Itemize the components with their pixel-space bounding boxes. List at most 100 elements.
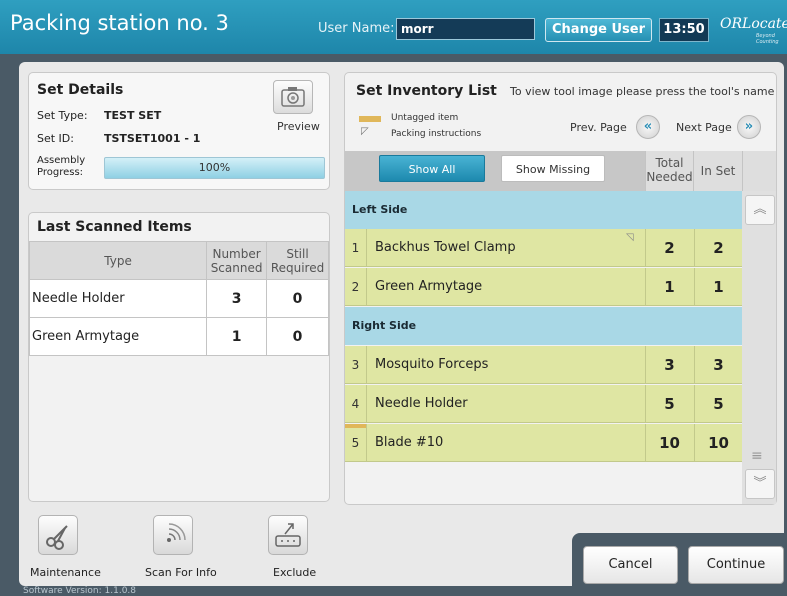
scanned-count: 1 [206, 317, 268, 356]
chevron-right-icon: » [744, 119, 754, 134]
tool-name-link[interactable]: Green Armytage [375, 268, 482, 306]
exclude-label: Exclude [273, 566, 317, 579]
inventory-row[interactable]: 2 Green Armytage 1 1 [345, 268, 742, 306]
tool-name-link[interactable]: Backhus Towel Clamp [375, 229, 516, 267]
scroll-grip-icon[interactable]: ≡ [751, 448, 763, 464]
chevron-up-icon: ︽ [753, 202, 767, 217]
last-scanned-title: Last Scanned Items [37, 219, 192, 235]
inventory-row[interactable]: 3 Mosquito Forceps 3 3 [345, 346, 742, 384]
legend-packing-label: Packing instructions [391, 129, 482, 139]
next-page-label: Next Page [676, 121, 732, 134]
row-index: 5 [345, 424, 367, 462]
total-needed: 10 [645, 424, 693, 462]
column-header-in-set: In Set [693, 151, 742, 191]
in-set-count: 2 [694, 229, 742, 267]
packing-instructions-icon[interactable]: ◹ [626, 232, 634, 243]
tool-name-link[interactable]: Blade #10 [375, 424, 443, 462]
filter-bar: Show All Show Missing [345, 151, 645, 191]
user-name-label: User Name: [318, 21, 395, 36]
preview-button[interactable] [273, 80, 313, 114]
in-set-count: 5 [694, 385, 742, 423]
wrench-scissors-icon [46, 525, 68, 550]
total-needed: 1 [645, 268, 693, 306]
row-index: 2 [345, 268, 367, 306]
untagged-marker-icon [359, 116, 381, 122]
header-bar: Packing station no. 3 User Name: morr Ch… [0, 0, 787, 54]
inventory-row[interactable]: 1 Backhus Towel Clamp ◹ 2 2 [345, 229, 742, 267]
column-header-spacer [742, 151, 776, 191]
inventory-panel: Set Inventory List To view tool image pl… [344, 72, 777, 505]
total-needed: 3 [645, 346, 693, 384]
required-count: 0 [266, 279, 329, 318]
logo: ORLocate [720, 16, 787, 32]
inventory-row[interactable]: 4 Needle Holder 5 5 [345, 385, 742, 423]
required-header-line-1: Still [286, 246, 309, 261]
assembly-progress-bar: 100% [104, 157, 325, 179]
row-index: 4 [345, 385, 367, 423]
assembly-label-line-2: Progress: [37, 167, 84, 178]
preview-label: Preview [277, 120, 320, 133]
section-left-side: Left Side [345, 191, 742, 229]
scan-wave-icon [167, 523, 186, 542]
column-header-total-needed: Total Needed [645, 151, 693, 191]
tool-name-link[interactable]: Mosquito Forceps [375, 346, 488, 384]
show-all-button[interactable]: Show All [379, 155, 485, 182]
set-type-label: Set Type: [37, 109, 88, 122]
section-right-side: Right Side [345, 307, 742, 345]
total-header-line-2: Needed [646, 170, 693, 184]
scanned-type: Needle Holder [28, 279, 208, 318]
in-set-count: 3 [694, 346, 742, 384]
next-page-button[interactable]: » [737, 115, 761, 139]
last-scanned-table: Type Number Scanned Still Required Needl… [28, 241, 329, 356]
legend-untagged-label: Untagged item [391, 113, 459, 123]
table-row: Needle Holder 3 0 [28, 279, 329, 318]
set-id-label: Set ID: [37, 132, 74, 145]
column-header-type: Type [28, 241, 208, 280]
scroll-up-button[interactable]: ︽ [745, 195, 775, 225]
assembly-progress-label: Assembly Progress: [37, 155, 85, 179]
chevron-left-icon: « [643, 119, 653, 134]
total-needed: 2 [645, 229, 693, 267]
exclude-tray-icon [275, 523, 301, 547]
cancel-button[interactable]: Cancel [583, 546, 678, 584]
station-title: Packing station no. 3 [10, 11, 229, 35]
user-name-field[interactable]: morr [396, 18, 535, 40]
prev-page-button[interactable]: « [636, 115, 660, 139]
set-type-value: TEST SET [104, 109, 162, 122]
clock: 13:50 [659, 18, 709, 42]
required-count: 0 [266, 317, 329, 356]
show-missing-button[interactable]: Show Missing [501, 155, 605, 182]
camera-icon [281, 87, 305, 107]
software-version: Software Version: 1.1.0.8 [23, 586, 137, 596]
table-header-row: Type Number Scanned Still Required [28, 241, 329, 280]
continue-button[interactable]: Continue [688, 546, 784, 584]
prev-page-label: Prev. Page [570, 121, 627, 134]
scanned-header-line-1: Number [212, 246, 261, 261]
change-user-button[interactable]: Change User [545, 18, 652, 42]
scan-for-info-button[interactable] [153, 515, 193, 555]
in-set-count: 1 [694, 268, 742, 306]
column-header-required: Still Required [266, 241, 329, 280]
set-id-value: TSTSET1001 - 1 [104, 132, 201, 145]
maintenance-button[interactable] [38, 515, 78, 555]
scan-for-info-label: Scan For Info [145, 566, 217, 579]
total-needed: 5 [645, 385, 693, 423]
table-row: Green Armytage 1 0 [28, 317, 329, 356]
assembly-label-line-1: Assembly [37, 155, 86, 166]
inventory-row[interactable]: 5 Blade #10 10 10 [345, 424, 742, 462]
inventory-hint: To view tool image please press the tool… [510, 85, 775, 98]
last-scanned-panel: Last Scanned Items Type Number Scanned S… [28, 212, 330, 502]
set-details-title: Set Details [37, 82, 124, 98]
tool-name-link[interactable]: Needle Holder [375, 385, 468, 423]
scroll-down-button[interactable]: ︾ [745, 469, 775, 499]
scanned-type: Green Armytage [28, 317, 208, 356]
packing-instructions-icon: ◸ [361, 126, 369, 137]
chevron-down-icon: ︾ [753, 476, 767, 491]
scanned-header-line-2: Scanned [210, 260, 263, 275]
total-header-line-1: Total [655, 156, 684, 170]
row-index: 1 [345, 229, 367, 267]
logo-tagline: Beyond Counting [756, 33, 779, 45]
exclude-button[interactable] [268, 515, 308, 555]
set-details-panel: Set Details Set Type: TEST SET Set ID: T… [28, 72, 330, 190]
required-header-line-2: Required [270, 260, 325, 275]
